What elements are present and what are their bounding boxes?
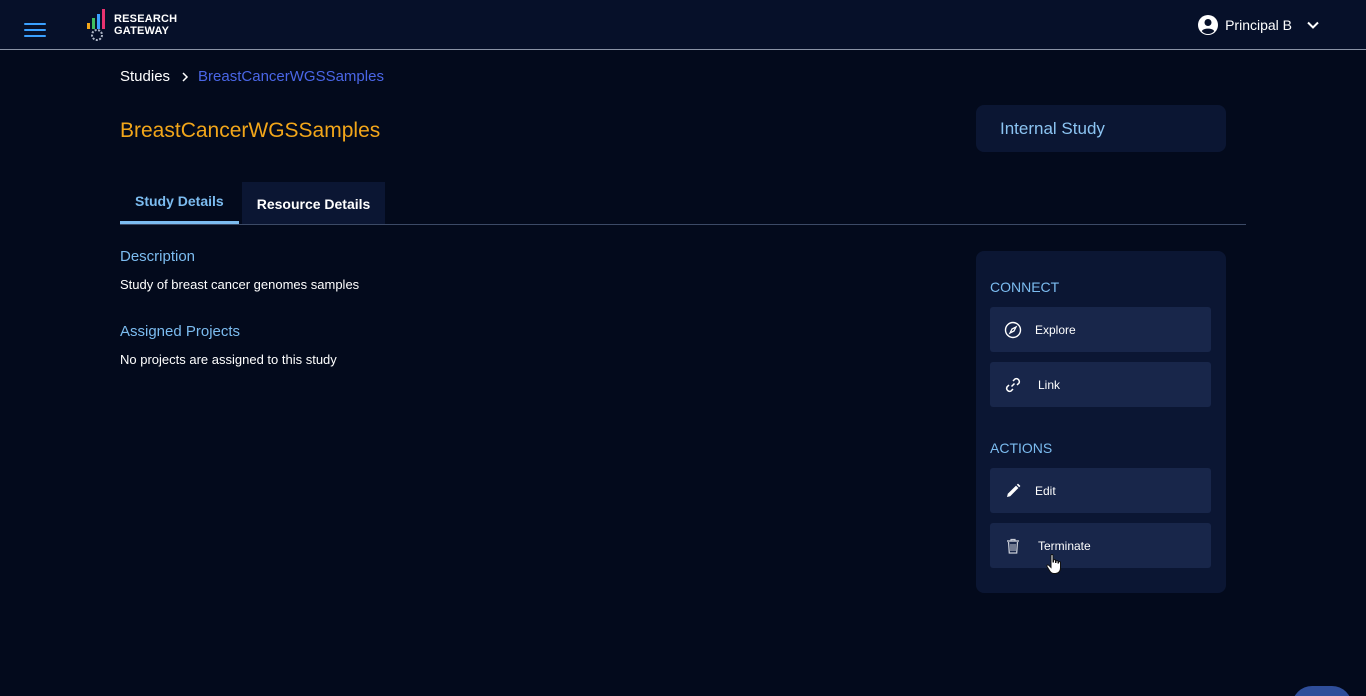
trash-icon [1007,538,1019,554]
page-title: BreastCancerWGSSamples [120,119,381,142]
compass-icon [1004,321,1022,338]
chain-link-icon [1005,377,1021,392]
logo-text: RESEARCH GATEWAY [114,13,177,37]
actions-heading: ACTIONS [990,440,1053,456]
tab-study-details[interactable]: Study Details [120,182,239,225]
help-widget[interactable] [1292,686,1352,696]
pencil-icon [1007,483,1021,497]
chevron-down-icon[interactable] [1306,18,1320,32]
tabs-divider [120,224,1246,225]
connect-heading: CONNECT [990,279,1060,295]
logo-line-2: GATEWAY [114,25,170,37]
logo-icon [87,9,105,41]
logo-line-1: RESEARCH [114,13,178,25]
terminate-button[interactable]: Terminate [990,523,1211,568]
user-menu[interactable]: Principal B [1198,12,1320,38]
breadcrumb-studies[interactable]: Studies [120,68,170,85]
tab-bar: Study Details Resource Details [120,182,386,225]
tab-resource-details[interactable]: Resource Details [241,182,386,225]
assigned-projects-text: No projects are assigned to this study [120,352,337,367]
study-type-badge: Internal Study [976,105,1226,152]
hand-pointer-cursor-icon [1046,554,1061,574]
explore-button[interactable]: Explore [990,307,1211,352]
description-heading: Description [120,248,196,265]
terminate-label: Terminate [1038,538,1091,553]
user-name: Principal B [1225,17,1292,33]
breadcrumb: Studies BreastCancerWGSSamples [120,68,384,85]
edit-label: Edit [1035,483,1056,498]
user-circle-icon [1198,15,1219,35]
top-bar: RESEARCH GATEWAY Principal B [0,0,1366,50]
explore-label: Explore [1035,322,1076,337]
description-text: Study of breast cancer genomes samples [120,277,360,292]
link-label: Link [1038,377,1061,392]
breadcrumb-current-study[interactable]: BreastCancerWGSSamples [198,68,384,85]
study-actions-panel: CONNECT Explore Link ACTIONS Edit Termin… [976,251,1226,593]
link-button[interactable]: Link [990,362,1211,407]
hamburger-icon[interactable] [24,23,46,41]
assigned-projects-heading: Assigned Projects [120,323,241,340]
chevron-right-icon [182,71,189,82]
edit-button[interactable]: Edit [990,468,1211,513]
research-gateway-logo[interactable]: RESEARCH GATEWAY [85,7,177,43]
